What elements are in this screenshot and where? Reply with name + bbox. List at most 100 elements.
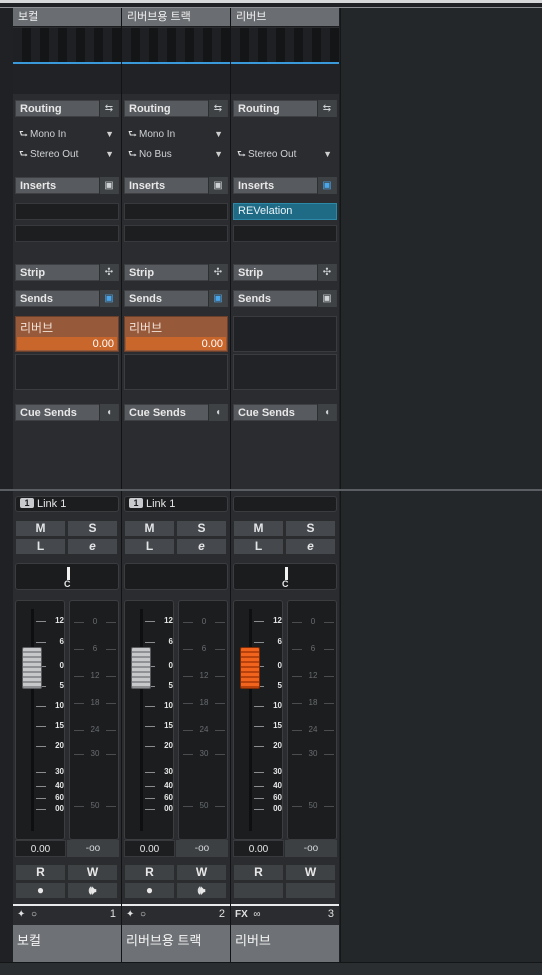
- fader-scale-tick: 0: [145, 661, 173, 670]
- link-group[interactable]: 1 Link 1: [124, 496, 228, 512]
- channel-name-bottom[interactable]: 리버브: [231, 925, 339, 962]
- edit-button[interactable]: e: [285, 538, 336, 555]
- insert-slot-2[interactable]: [233, 225, 337, 242]
- fader-value[interactable]: 0.00: [15, 840, 66, 857]
- cue-sends-icon[interactable]: ◖: [317, 404, 336, 421]
- strip-icon[interactable]: ✣: [208, 264, 227, 281]
- write-automation-button[interactable]: W: [176, 864, 227, 881]
- mixer-section-divider[interactable]: [0, 489, 542, 491]
- insert-slot-2[interactable]: [15, 225, 119, 242]
- sends-section-header[interactable]: Sends ▣: [15, 290, 119, 307]
- meter-scale-tick: 50: [292, 801, 334, 810]
- strip-section-header[interactable]: Strip ✣: [124, 264, 228, 281]
- routing-section-header[interactable]: Routing ⇆: [233, 100, 337, 117]
- inserts-bypass-icon[interactable]: ▣: [317, 177, 336, 194]
- solo-button[interactable]: S: [67, 520, 118, 537]
- send-slot-1[interactable]: [233, 316, 337, 352]
- routing-icon[interactable]: ⇆: [317, 100, 336, 117]
- link-group[interactable]: [233, 496, 337, 512]
- fader-value[interactable]: 0.00: [124, 840, 175, 857]
- peak-value[interactable]: -oo: [176, 840, 228, 857]
- routing-section-header[interactable]: Routing ⇆: [15, 100, 119, 117]
- inserts-section-header[interactable]: Inserts ▣: [15, 177, 119, 194]
- output-routing-select[interactable]: ⮑ No Bus ▼: [124, 146, 228, 163]
- cue-sends-section-header[interactable]: Cue Sends ◖: [124, 404, 228, 421]
- pan-control[interactable]: [124, 563, 228, 590]
- record-enable-button[interactable]: ●: [124, 882, 175, 899]
- edit-button[interactable]: e: [176, 538, 227, 555]
- meter-scale-tick: 0: [183, 617, 225, 626]
- channel-name-bottom[interactable]: 리버브용 트랙: [122, 925, 230, 962]
- send-slot-2[interactable]: [124, 354, 228, 390]
- link-group[interactable]: 1 Link 1: [15, 496, 119, 512]
- channel-name-top[interactable]: 보컬: [13, 8, 121, 27]
- meter-scale-tick: 6: [292, 644, 334, 653]
- write-automation-button[interactable]: W: [67, 864, 118, 881]
- monitor-button[interactable]: 🕪: [67, 882, 118, 899]
- mute-button[interactable]: M: [233, 520, 284, 537]
- insert-slot-1[interactable]: REVelation: [233, 203, 337, 220]
- peak-value[interactable]: -oo: [67, 840, 119, 857]
- volume-fader[interactable]: 12 6 0 5 10 15 20 30 40 60 00: [124, 600, 174, 840]
- input-routing-select[interactable]: ⮑ Mono In ▼: [124, 126, 228, 143]
- cue-sends-icon[interactable]: ◖: [99, 404, 118, 421]
- send-slot-2[interactable]: [233, 354, 337, 390]
- listen-button[interactable]: L: [233, 538, 284, 555]
- send-slot-1[interactable]: 리버브 0.00: [15, 316, 119, 352]
- inserts-section-header[interactable]: Inserts ▣: [233, 177, 337, 194]
- routing-icon[interactable]: ⇆: [99, 100, 118, 117]
- routing-section-header[interactable]: Routing ⇆: [124, 100, 228, 117]
- listen-button[interactable]: L: [15, 538, 66, 555]
- listen-button[interactable]: L: [124, 538, 175, 555]
- edit-button[interactable]: e: [67, 538, 118, 555]
- insert-slot-2[interactable]: [124, 225, 228, 242]
- output-routing-select[interactable]: ⮑ Stereo Out ▼: [233, 146, 337, 163]
- insert-slot-1[interactable]: [15, 203, 119, 220]
- peak-value[interactable]: -oo: [285, 840, 337, 857]
- cue-sends-section-header[interactable]: Cue Sends ◖: [15, 404, 119, 421]
- inserts-section-header[interactable]: Inserts ▣: [124, 177, 228, 194]
- channel-name-top[interactable]: 리버브: [231, 8, 339, 27]
- routing-icon[interactable]: ⇆: [208, 100, 227, 117]
- output-routing-select[interactable]: ⮑ Stereo Out ▼: [15, 146, 119, 163]
- strip-icon[interactable]: ✣: [317, 264, 336, 281]
- pan-control[interactable]: C: [233, 563, 337, 590]
- cue-sends-section-header[interactable]: Cue Sends ◖: [233, 404, 337, 421]
- sends-monitor-icon[interactable]: ▣: [99, 290, 118, 307]
- fader-value[interactable]: 0.00: [233, 840, 284, 857]
- channel-name-bottom[interactable]: 보컬: [13, 925, 121, 962]
- mute-button[interactable]: M: [124, 520, 175, 537]
- sends-section-header[interactable]: Sends ▣: [124, 290, 228, 307]
- fx-icon: FX: [235, 909, 248, 920]
- solo-button[interactable]: S: [285, 520, 336, 537]
- sends-monitor-icon[interactable]: ▣: [317, 290, 336, 307]
- pan-control[interactable]: C: [15, 563, 119, 590]
- solo-button[interactable]: S: [176, 520, 227, 537]
- channel-name-top[interactable]: 리버브용 트랙: [122, 8, 230, 27]
- sends-monitor-icon[interactable]: ▣: [208, 290, 227, 307]
- strip-section-header[interactable]: Strip ✣: [233, 264, 337, 281]
- read-automation-button[interactable]: R: [15, 864, 66, 881]
- volume-fader[interactable]: 12 6 0 5 10 15 20 30 40 60 00: [233, 600, 283, 840]
- record-enable-button[interactable]: ●: [15, 882, 66, 899]
- strip-section-header[interactable]: Strip ✣: [15, 264, 119, 281]
- read-automation-button[interactable]: R: [233, 864, 284, 881]
- insert-slot-1[interactable]: [124, 203, 228, 220]
- inserts-bypass-icon[interactable]: ▣: [208, 177, 227, 194]
- cue-sends-icon[interactable]: ◖: [208, 404, 227, 421]
- write-automation-button[interactable]: W: [285, 864, 336, 881]
- volume-fader[interactable]: 12 6 0 5 10 15 20 30 40 60 00: [15, 600, 65, 840]
- fader-cap[interactable]: [22, 647, 42, 689]
- inserts-bypass-icon[interactable]: ▣: [99, 177, 118, 194]
- send-slot-2[interactable]: [15, 354, 119, 390]
- chevron-down-icon: ▼: [214, 149, 223, 159]
- fader-cap[interactable]: [240, 647, 260, 689]
- sends-section-header[interactable]: Sends ▣: [233, 290, 337, 307]
- read-automation-button[interactable]: R: [124, 864, 175, 881]
- mute-button[interactable]: M: [15, 520, 66, 537]
- input-routing-select[interactable]: ⮑ Mono In ▼: [15, 126, 119, 143]
- strip-icon[interactable]: ✣: [99, 264, 118, 281]
- fader-cap[interactable]: [131, 647, 151, 689]
- send-slot-1[interactable]: 리버브 0.00: [124, 316, 228, 352]
- monitor-button[interactable]: 🕪: [176, 882, 227, 899]
